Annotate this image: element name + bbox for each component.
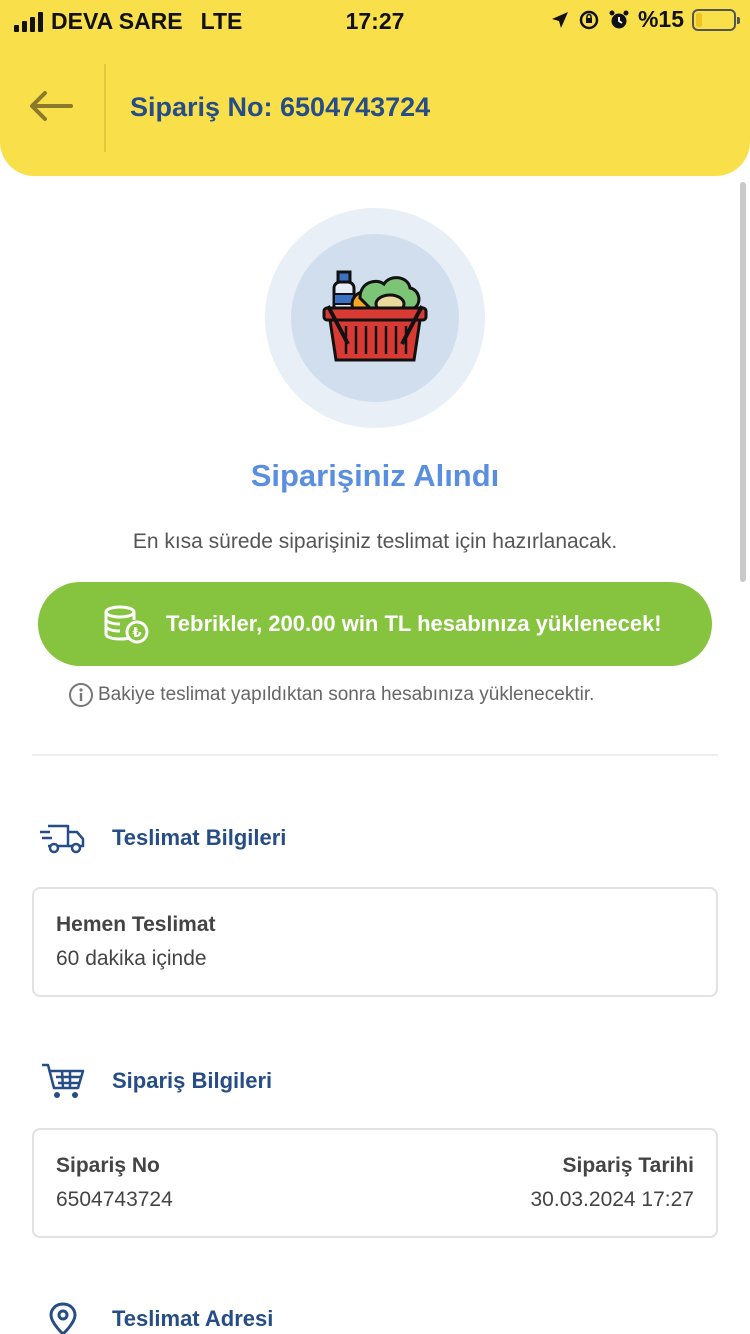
page-title: Sipariş No: 6504743724 (130, 92, 431, 122)
cart-icon (42, 1063, 85, 1098)
address-section-title: Teslimat Adresi (40, 1302, 273, 1334)
reward-text: Tebrikler, 200.00 win TL hesabınıza yükl… (166, 611, 662, 636)
reward-note: Bakiye teslimat yapıldıktan sonra hesabı… (68, 682, 594, 708)
status-right: %15 (550, 6, 740, 33)
reward-note-text: Bakiye teslimat yapıldıktan sonra hesabı… (98, 684, 595, 705)
coins-icon: ₺ (104, 605, 149, 644)
top-header: DEVA SARE LTE 17:27 %15 Sipariş No: 6504… (0, 0, 750, 176)
location-pin-icon (49, 1302, 77, 1334)
battery-icon (692, 8, 740, 31)
delivery-type: Hemen Teslimat (56, 913, 216, 936)
battery-percent: %15 (637, 6, 684, 32)
delivery-section-title: Teslimat Bilgileri (40, 822, 286, 854)
success-title: Siparişiniz Alındı (250, 458, 500, 493)
arrow-left-icon (30, 91, 73, 121)
order-section-label: Sipariş Bilgileri (112, 1068, 273, 1093)
hero-badge (265, 208, 485, 428)
order-section-title: Sipariş Bilgileri (40, 1062, 272, 1100)
header-divider (104, 64, 106, 152)
location-arrow-icon (551, 11, 568, 28)
order-date-value: 30.03.2024 17:27 (530, 1188, 695, 1211)
hero-badge-inner (291, 234, 459, 402)
order-date-label: Sipariş Tarihi (562, 1154, 695, 1177)
scrollbar[interactable] (740, 182, 746, 582)
truck-icon (40, 824, 85, 854)
status-bar: DEVA SARE LTE 17:27 %15 (0, 0, 750, 40)
delivery-card: Hemen Teslimat 60 dakika içinde (32, 887, 718, 997)
alarm-icon (609, 10, 629, 28)
delivery-section-label: Teslimat Bilgileri (112, 825, 287, 850)
rotation-lock-icon (579, 10, 599, 29)
section-divider (32, 754, 718, 756)
order-no-block: Sipariş No 6504743724 (56, 1154, 173, 1212)
delivery-eta: 60 dakika içinde (56, 947, 207, 970)
reward-banner: ₺ Tebrikler, 200.00 win TL hesabınıza yü… (38, 582, 712, 666)
grocery-basket-icon (322, 270, 428, 362)
order-no-label: Sipariş No (56, 1154, 160, 1177)
svg-text:₺: ₺ (132, 626, 141, 641)
info-icon (69, 683, 93, 707)
order-date-block: Sipariş Tarihi 30.03.2024 17:27 (531, 1154, 695, 1212)
address-section-label: Teslimat Adresi (112, 1306, 274, 1331)
order-card: Sipariş No 6504743724 Sipariş Tarihi 30.… (32, 1128, 718, 1238)
order-no-value: 6504743724 (56, 1188, 173, 1211)
back-button[interactable] (22, 76, 80, 136)
success-subtitle: En kısa sürede siparişiniz teslimat için… (132, 530, 618, 553)
